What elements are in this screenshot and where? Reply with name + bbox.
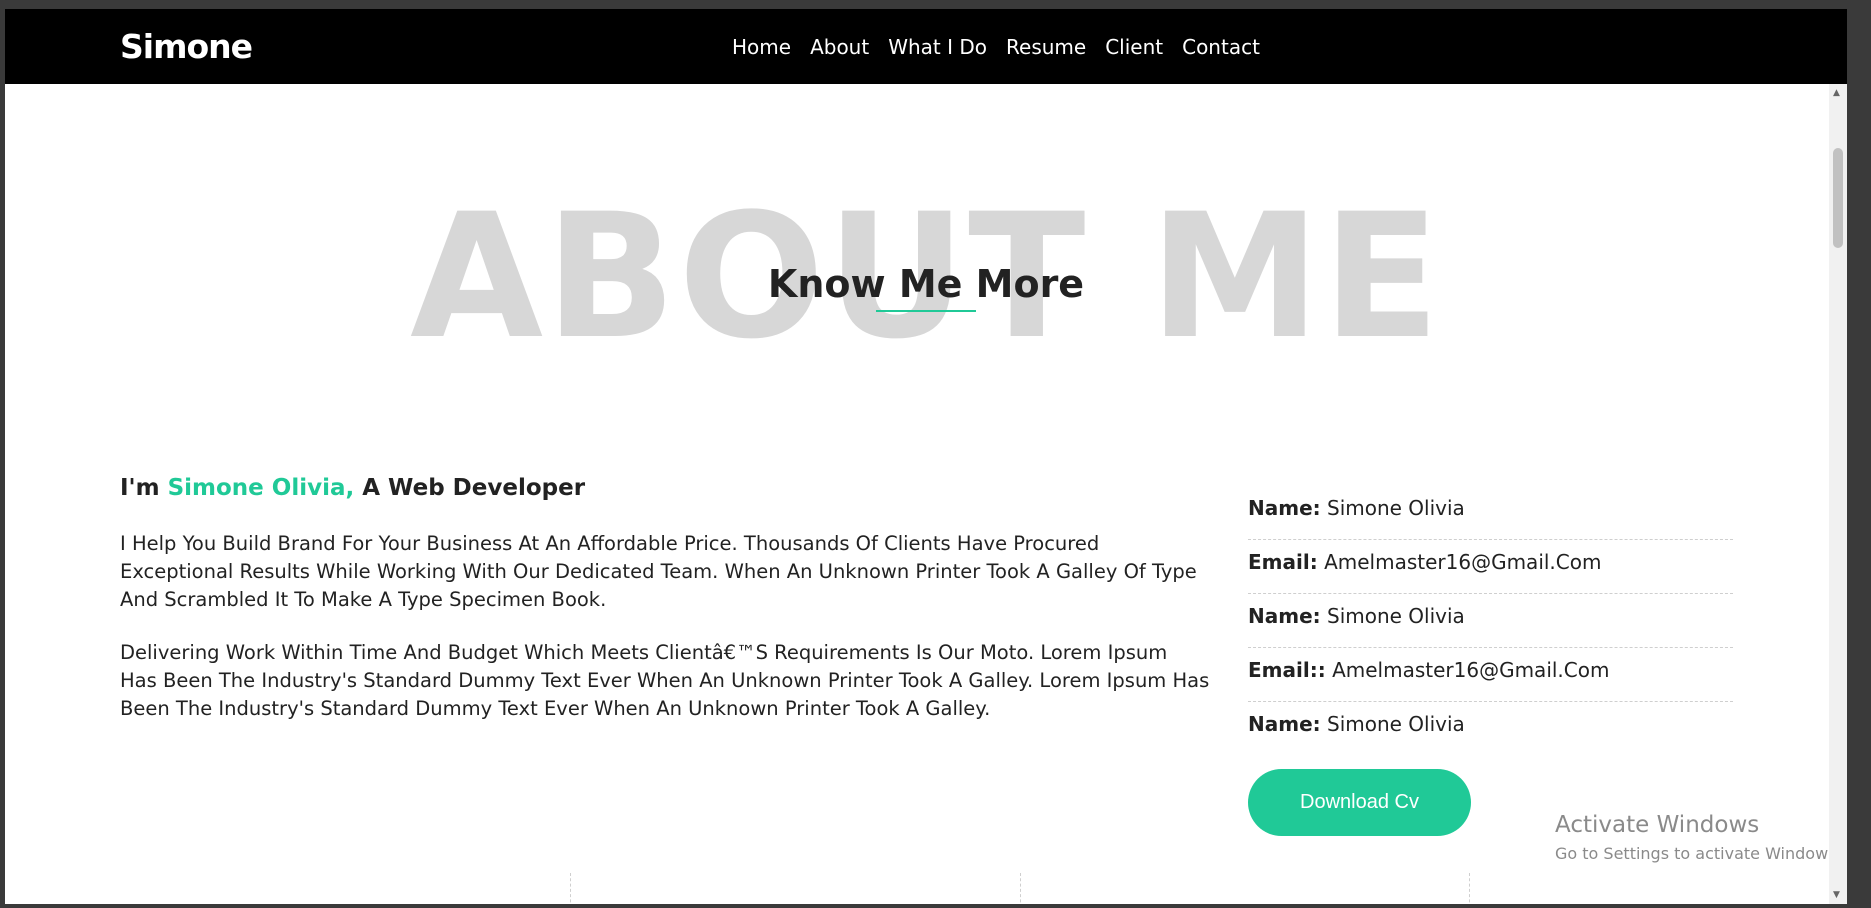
nav-link-what-i-do[interactable]: What I Do [888, 35, 987, 59]
download-cv-button[interactable]: Download Cv [1248, 769, 1471, 836]
about-paragraph-2: Delivering Work Within Time And Budget W… [120, 641, 1210, 720]
about-paragraph-1: I Help You Build Brand For Your Business… [120, 532, 1197, 611]
nav-link-client[interactable]: Client [1105, 35, 1163, 59]
scrollbar-thumb[interactable] [1833, 148, 1843, 248]
column-divider [1020, 873, 1021, 904]
info-label: Name: [1248, 496, 1321, 520]
nav-link-resume[interactable]: Resume [1006, 35, 1086, 59]
info-label: Email: [1248, 550, 1318, 574]
info-value: Simone Olivia [1327, 712, 1465, 736]
info-row: Email: Amelmaster16@Gmail.Com [1248, 540, 1733, 594]
vertical-scrollbar[interactable]: ▲ ▼ [1829, 84, 1847, 904]
intro-prefix: I'm [120, 475, 168, 501]
section-title: Know Me More [767, 262, 1085, 306]
column-divider [570, 873, 571, 904]
column-divider [1469, 873, 1470, 904]
intro-name: Simone Olivia, [167, 475, 355, 501]
info-row: Name: Simone Olivia [1248, 486, 1733, 540]
info-value: Simone Olivia [1327, 604, 1465, 628]
brand-logo[interactable]: Simone [120, 27, 253, 66]
intro-heading: I'm Simone Olivia, A Web Developer [120, 475, 585, 501]
info-row: Name: Simone Olivia [1248, 702, 1733, 756]
info-label: Name: [1248, 712, 1321, 736]
watermark-title: Activate Windows [1555, 812, 1760, 838]
watermark-subtitle: Go to Settings to activate Windows. [1555, 844, 1842, 863]
info-row: Name: Simone Olivia [1248, 594, 1733, 648]
info-label: Email:: [1248, 658, 1326, 682]
info-value: Amelmaster16@Gmail.Com [1324, 550, 1602, 574]
intro-suffix: A Web Developer [354, 475, 586, 501]
info-label: Name: [1248, 604, 1321, 628]
main-nav: Home About What I Do Resume Client Conta… [732, 35, 1260, 59]
title-underline [876, 310, 976, 312]
personal-info-list: Name: Simone Olivia Email: Amelmaster16@… [1248, 486, 1733, 756]
nav-link-about[interactable]: About [810, 35, 869, 59]
info-value: Amelmaster16@Gmail.Com [1332, 658, 1610, 682]
info-row: Email:: Amelmaster16@Gmail.Com [1248, 648, 1733, 702]
windows-activation-watermark: Activate Windows Go to Settings to activ… [1555, 812, 1842, 863]
browser-viewport: Simone Home About What I Do Resume Clien… [5, 9, 1847, 904]
nav-link-contact[interactable]: Contact [1182, 35, 1260, 59]
navbar: Simone Home About What I Do Resume Clien… [5, 9, 1847, 84]
scroll-up-arrow-icon[interactable]: ▲ [1833, 88, 1840, 98]
nav-link-home[interactable]: Home [732, 35, 791, 59]
scroll-down-arrow-icon[interactable]: ▼ [1833, 890, 1840, 900]
info-value: Simone Olivia [1327, 496, 1465, 520]
